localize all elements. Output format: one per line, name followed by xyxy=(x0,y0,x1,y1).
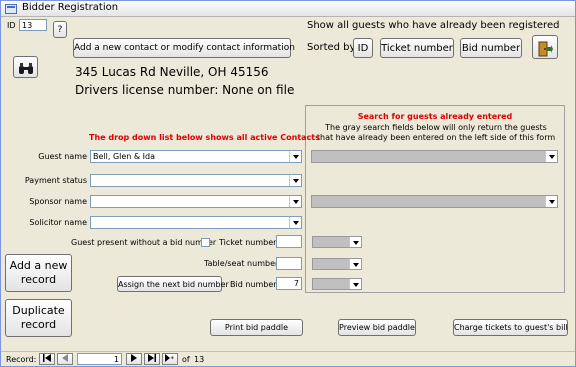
last-record-icon xyxy=(148,354,156,362)
chevron-down-icon[interactable] xyxy=(289,217,301,228)
table-search-combo[interactable] xyxy=(312,258,362,270)
no-bid-label: Guest present without a bid number xyxy=(71,238,217,247)
search-heading: Search for guests already entered xyxy=(357,112,513,121)
bid-search-combo[interactable] xyxy=(312,278,362,290)
chevron-down-icon[interactable] xyxy=(349,259,361,269)
table-seat-field[interactable] xyxy=(276,257,302,270)
bidder-registration-window: Bidder Registration ID 13 ? Add a new co… xyxy=(0,0,576,367)
charge-tickets-button[interactable]: Charge tickets to guest's bill xyxy=(453,319,568,336)
sponsor-search-combo[interactable] xyxy=(311,195,558,208)
address-line: 345 Lucas Rd Neville, OH 45156 xyxy=(75,65,269,79)
record-total: 13 xyxy=(194,355,205,364)
guest-name-value: Bell, Glen & Ida xyxy=(93,152,156,161)
search-description: The gray search fields below will only r… xyxy=(316,123,556,142)
license-line: Drivers license number: None on file xyxy=(75,83,295,97)
form-icon xyxy=(5,4,17,14)
payment-status-combo[interactable] xyxy=(90,174,302,187)
record-navigator: Record: 1 * of 13 xyxy=(1,351,575,366)
guest-name-label: Guest name xyxy=(38,152,87,161)
preview-paddle-button[interactable]: Preview bid paddle xyxy=(338,319,416,336)
ticket-number-label: Ticket number xyxy=(219,238,277,247)
prev-record-button[interactable] xyxy=(57,353,73,365)
chevron-down-icon[interactable] xyxy=(349,279,361,289)
guest-name-combo[interactable]: Bell, Glen & Ida xyxy=(90,150,302,163)
chevron-down-icon[interactable] xyxy=(545,151,557,162)
contact-button[interactable]: Add a new contact or modify contact info… xyxy=(73,38,295,58)
guest-search-combo[interactable] xyxy=(311,150,558,163)
chevron-down-icon[interactable] xyxy=(349,237,361,247)
record-label: Record: xyxy=(6,355,37,364)
solicitor-name-combo[interactable] xyxy=(90,216,302,229)
sorted-by-label: Sorted by xyxy=(307,42,356,53)
table-seat-label: Table/seat number xyxy=(204,259,279,268)
binoculars-icon xyxy=(18,63,33,74)
new-record-nav-button[interactable]: * xyxy=(162,353,178,365)
duplicate-record-button[interactable]: Duplicate record xyxy=(5,299,72,337)
sponsor-name-combo[interactable] xyxy=(90,195,302,208)
chevron-down-icon[interactable] xyxy=(545,196,557,207)
svg-text:*: * xyxy=(171,355,175,362)
next-record-icon xyxy=(131,354,137,362)
assign-bid-button[interactable]: Assign the next bid number xyxy=(117,276,229,292)
last-record-button[interactable] xyxy=(144,353,160,365)
first-record-button[interactable] xyxy=(39,353,55,365)
of-label: of xyxy=(182,355,190,364)
sort-id-button[interactable]: ID xyxy=(353,38,373,58)
window-title: Bidder Registration xyxy=(22,2,119,13)
chevron-down-icon[interactable] xyxy=(289,151,301,162)
payment-status-label: Payment status xyxy=(24,176,87,185)
show-all-label: Show all guests who have already been re… xyxy=(307,20,560,31)
dropdown-note: The drop down list below shows all activ… xyxy=(89,133,320,142)
no-bid-checkbox[interactable] xyxy=(201,238,210,247)
ticket-number-field[interactable] xyxy=(276,235,302,248)
current-record-field[interactable]: 1 xyxy=(77,353,122,365)
id-label: ID xyxy=(7,21,16,30)
first-record-icon xyxy=(43,354,51,362)
chevron-down-icon[interactable] xyxy=(289,175,301,186)
title-bar: Bidder Registration xyxy=(1,1,575,17)
sort-bid-button[interactable]: Bid number xyxy=(460,38,522,58)
solicitor-name-label: Solicitor name xyxy=(29,218,87,227)
search-button[interactable] xyxy=(13,56,38,78)
exit-door-icon xyxy=(538,41,553,56)
help-button[interactable]: ? xyxy=(53,21,67,38)
print-paddle-button[interactable]: Print bid paddle xyxy=(210,319,303,336)
chevron-down-icon[interactable] xyxy=(289,196,301,207)
sort-ticket-button[interactable]: Ticket number xyxy=(380,38,454,58)
exit-button[interactable] xyxy=(532,35,558,59)
new-record-icon: * xyxy=(165,354,175,363)
next-record-button[interactable] xyxy=(126,353,142,365)
bid-number-label: Bid number xyxy=(230,280,277,289)
sponsor-name-label: Sponsor name xyxy=(29,197,87,206)
bid-number-field[interactable]: 7 xyxy=(276,277,302,290)
add-record-button[interactable]: Add a new record xyxy=(5,254,72,292)
prev-record-icon xyxy=(62,354,68,362)
ticket-search-combo[interactable] xyxy=(312,236,362,248)
id-field[interactable]: 13 xyxy=(19,19,47,31)
